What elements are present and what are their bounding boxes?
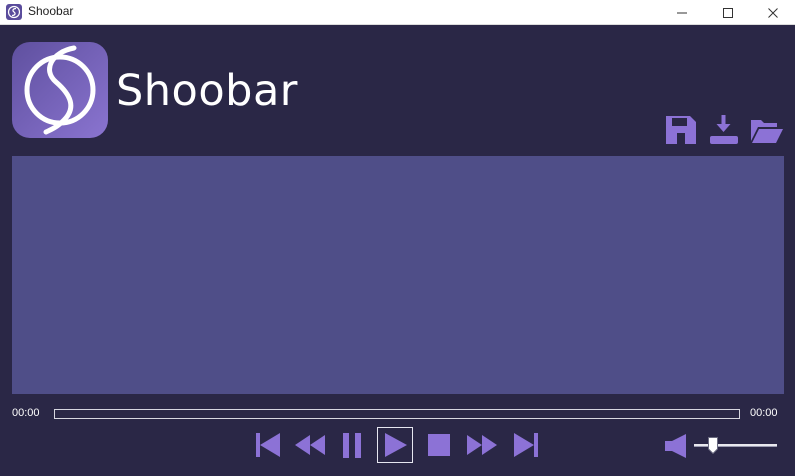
skip-back-icon — [256, 433, 280, 457]
play-button[interactable] — [377, 427, 413, 463]
seek-bar[interactable] — [54, 409, 740, 419]
total-time: 00:00 — [750, 407, 778, 419]
shoobar-logo-icon — [12, 42, 108, 138]
download-button[interactable] — [707, 114, 741, 146]
app-icon — [6, 4, 22, 20]
stop-button[interactable] — [421, 427, 457, 463]
current-time: 00:00 — [12, 407, 40, 419]
play-icon — [385, 433, 407, 457]
video-area[interactable] — [12, 156, 784, 394]
save-button[interactable] — [664, 114, 698, 146]
pause-button[interactable] — [334, 427, 370, 463]
pause-icon — [343, 433, 361, 458]
window-titlebar: Shoobar — [0, 0, 795, 25]
previous-button[interactable] — [251, 427, 287, 463]
skip-forward-icon — [514, 433, 538, 457]
maximize-button[interactable] — [705, 0, 751, 25]
fast-forward-button[interactable] — [464, 427, 500, 463]
rewind-button[interactable] — [292, 427, 328, 463]
minimize-button[interactable] — [659, 0, 705, 25]
floppy-disk-icon — [666, 116, 696, 144]
maximize-icon — [723, 8, 733, 18]
volume-icon[interactable] — [664, 433, 690, 459]
stop-icon — [428, 434, 450, 456]
next-button[interactable] — [507, 427, 543, 463]
volume-slider-thumb[interactable] — [707, 437, 718, 454]
app-name: Shoobar — [116, 66, 298, 116]
rewind-icon — [295, 435, 325, 455]
folder-open-icon — [751, 120, 783, 143]
open-folder-button[interactable] — [750, 114, 784, 146]
fast-forward-icon — [467, 435, 497, 455]
window-title: Shoobar — [28, 4, 74, 18]
volume-slider[interactable] — [694, 444, 777, 447]
download-icon — [710, 115, 738, 144]
close-icon — [768, 8, 778, 18]
close-button[interactable] — [750, 0, 795, 25]
minimize-icon — [677, 12, 687, 14]
